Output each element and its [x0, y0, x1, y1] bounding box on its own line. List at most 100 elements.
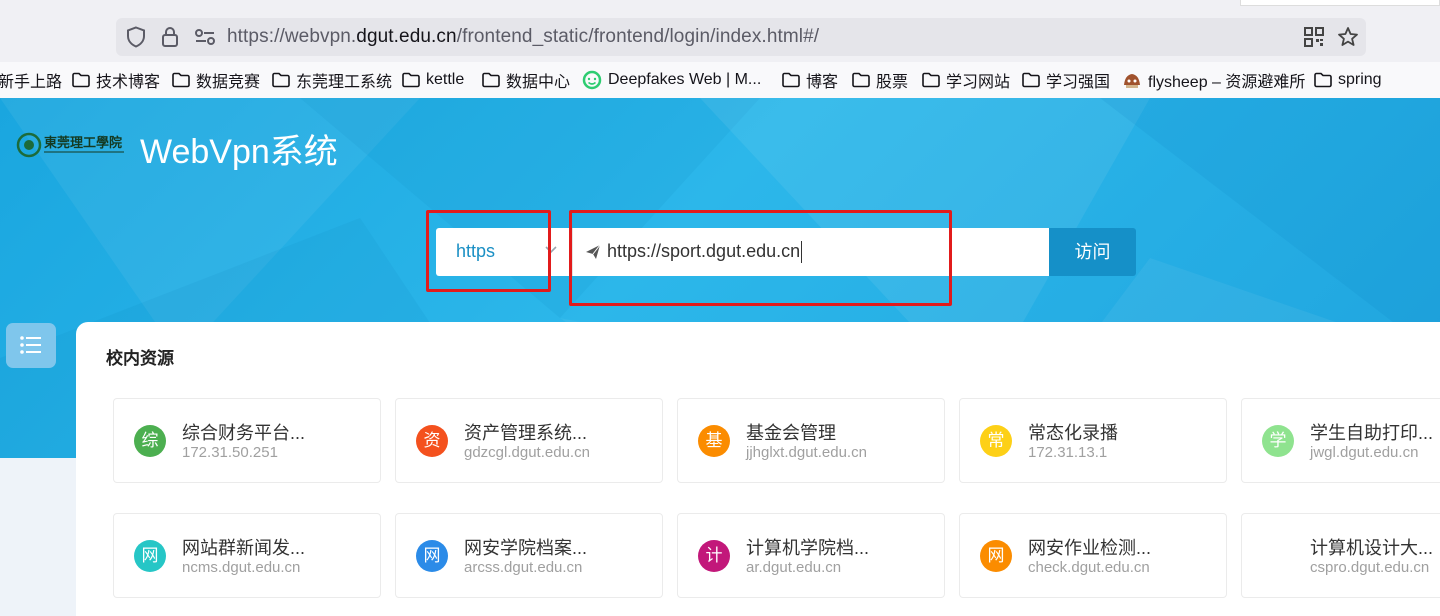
- folder-icon: [272, 72, 290, 88]
- bookmarks-bar: 新手上路 技术博客 数据竞赛 东莞理工系统 kettle 数据中心 Deepfa…: [0, 62, 1440, 98]
- resource-icon: [1262, 540, 1294, 572]
- resource-domain: jjhglxt.dgut.edu.cn: [746, 444, 867, 461]
- address-bar[interactable]: https://webvpn.dgut.edu.cn/frontend_stat…: [116, 18, 1366, 56]
- bookmark-item[interactable]: flysheep – 资源避难所: [1122, 69, 1305, 91]
- resource-icon: 网: [416, 540, 448, 572]
- resource-icon: 资: [416, 425, 448, 457]
- resource-domain: check.dgut.edu.cn: [1028, 559, 1150, 576]
- url-prefix: https://webvpn.: [227, 26, 357, 47]
- bookmark-label: 技术博客: [96, 74, 161, 91]
- deepfakes-favicon: [582, 70, 602, 90]
- resource-icon: 综: [134, 425, 166, 457]
- bookmark-item[interactable]: spring: [1314, 69, 1382, 91]
- folder-icon: [402, 72, 420, 88]
- resource-domain: cspro.dgut.edu.cn: [1310, 559, 1430, 576]
- resource-name: 网安作业检测...: [1028, 538, 1152, 558]
- resource-icon: 计: [698, 540, 730, 572]
- menu-toggle-button[interactable]: [6, 323, 56, 368]
- browser-toolbar: https://webvpn.dgut.edu.cn/frontend_stat…: [0, 0, 1440, 62]
- resource-name: 计算机设计大...: [1310, 538, 1434, 558]
- resource-name: 基金会管理: [746, 423, 836, 443]
- url-path: /frontend_static/frontend/login/index.ht…: [456, 26, 820, 47]
- webvpn-page: 東莞理工學院 WebVpn系统 https https://sport.dgut…: [0, 98, 1440, 616]
- resource-card[interactable]: 资 资产管理系统... gdzcgl.dgut.edu.cn: [395, 398, 663, 483]
- permissions-icon[interactable]: [194, 28, 216, 46]
- folder-icon: [852, 72, 870, 88]
- resource-card[interactable]: 网 网站群新闻发... ncms.dgut.edu.cn: [113, 513, 381, 598]
- section-title: 校内资源: [106, 349, 174, 368]
- resource-icon: 基: [698, 425, 730, 457]
- resource-icon: 学: [1262, 425, 1294, 457]
- resource-card[interactable]: 综 综合财务平台... 172.31.50.251: [113, 398, 381, 483]
- bookmark-label: spring: [1338, 71, 1382, 88]
- university-logo: 東莞理工學院: [16, 132, 124, 158]
- highlight-box-url: [569, 210, 952, 306]
- brand-title: WebVpn系统: [140, 133, 338, 171]
- list-icon: [20, 336, 41, 354]
- bookmark-item[interactable]: 技术博客: [72, 69, 160, 91]
- folder-icon: [172, 72, 190, 88]
- resource-name: 资产管理系统...: [464, 423, 588, 443]
- resource-name: 常态化录播: [1028, 423, 1118, 443]
- bookmark-label: 股票: [876, 74, 909, 91]
- resource-name: 网站群新闻发...: [182, 538, 306, 558]
- popup-edge: [1240, 0, 1440, 6]
- bookmark-item[interactable]: Deepfakes Web | M...: [582, 69, 761, 91]
- bookmark-label: 东莞理工系统: [296, 74, 393, 91]
- url-domain: dgut.edu.cn: [356, 26, 457, 47]
- resource-card[interactable]: 计 计算机学院档... ar.dgut.edu.cn: [677, 513, 945, 598]
- bookmark-item[interactable]: 数据竞赛: [172, 69, 260, 91]
- resource-icon: 网: [134, 540, 166, 572]
- bookmark-label: 学习强国: [1046, 74, 1111, 91]
- url-text[interactable]: https://webvpn.dgut.edu.cn/frontend_stat…: [227, 26, 819, 48]
- highlight-box-scheme: [426, 210, 551, 292]
- bookmark-item[interactable]: 股票: [852, 69, 908, 91]
- resource-name: 学生自助打印...: [1310, 423, 1434, 443]
- bookmark-label: 新手上路: [0, 74, 63, 91]
- resource-card[interactable]: 基 基金会管理 jjhglxt.dgut.edu.cn: [677, 398, 945, 483]
- resource-name: 计算机学院档...: [746, 538, 870, 558]
- resource-name: 综合财务平台...: [182, 423, 306, 443]
- bookmark-label: 数据中心: [506, 74, 571, 91]
- bookmark-item[interactable]: 学习强国: [1022, 69, 1110, 91]
- resource-name: 网安学院档案...: [464, 538, 588, 558]
- folder-icon: [72, 72, 90, 88]
- shield-icon[interactable]: [126, 26, 146, 48]
- svg-text:東莞理工學院: 東莞理工學院: [44, 135, 122, 151]
- resource-card[interactable]: 常 常态化录播 172.31.13.1: [959, 398, 1227, 483]
- bookmark-item[interactable]: 东莞理工系统: [272, 69, 392, 91]
- flysheep-favicon: [1124, 74, 1140, 88]
- bookmark-star-icon[interactable]: [1337, 26, 1359, 48]
- bookmark-item[interactable]: 新手上路: [0, 69, 62, 91]
- bookmark-item[interactable]: 博客: [782, 69, 838, 91]
- folder-icon: [482, 72, 500, 88]
- bookmark-item[interactable]: 数据中心: [482, 69, 570, 91]
- bookmark-label: 学习网站: [946, 74, 1011, 91]
- resource-domain: arcss.dgut.edu.cn: [464, 559, 583, 576]
- bookmark-label: 博客: [806, 74, 839, 91]
- resource-domain: ar.dgut.edu.cn: [746, 559, 842, 576]
- resource-card[interactable]: 网 网安作业检测... check.dgut.edu.cn: [959, 513, 1227, 598]
- resources-panel: 校内资源 综 综合财务平台... 172.31.50.251 资 资产管理系统.…: [76, 322, 1440, 616]
- bookmark-label: flysheep – 资源避难所: [1148, 74, 1306, 91]
- bookmark-item[interactable]: kettle: [402, 69, 464, 91]
- bookmark-label: kettle: [426, 71, 465, 88]
- visit-button[interactable]: 访问: [1049, 228, 1136, 276]
- bookmark-item[interactable]: 学习网站: [922, 69, 1010, 91]
- resource-card[interactable]: 学 学生自助打印... jwgl.dgut.edu.cn: [1241, 398, 1440, 483]
- qr-code-icon[interactable]: [1304, 27, 1324, 47]
- lock-icon[interactable]: [161, 26, 179, 48]
- resource-domain: 172.31.50.251: [182, 444, 278, 461]
- resource-icon: 常: [980, 425, 1012, 457]
- resource-card[interactable]: 计算机设计大... cspro.dgut.edu.cn: [1241, 513, 1440, 598]
- resource-domain: gdzcgl.dgut.edu.cn: [464, 444, 590, 461]
- resource-icon: 网: [980, 540, 1012, 572]
- bookmark-label: Deepfakes Web | M...: [608, 71, 762, 88]
- folder-icon: [1314, 72, 1332, 88]
- folder-icon: [922, 72, 940, 88]
- resource-card[interactable]: 网 网安学院档案... arcss.dgut.edu.cn: [395, 513, 663, 598]
- resource-domain: jwgl.dgut.edu.cn: [1310, 444, 1419, 461]
- folder-icon: [1022, 72, 1040, 88]
- resource-domain: 172.31.13.1: [1028, 444, 1108, 461]
- folder-icon: [782, 72, 800, 88]
